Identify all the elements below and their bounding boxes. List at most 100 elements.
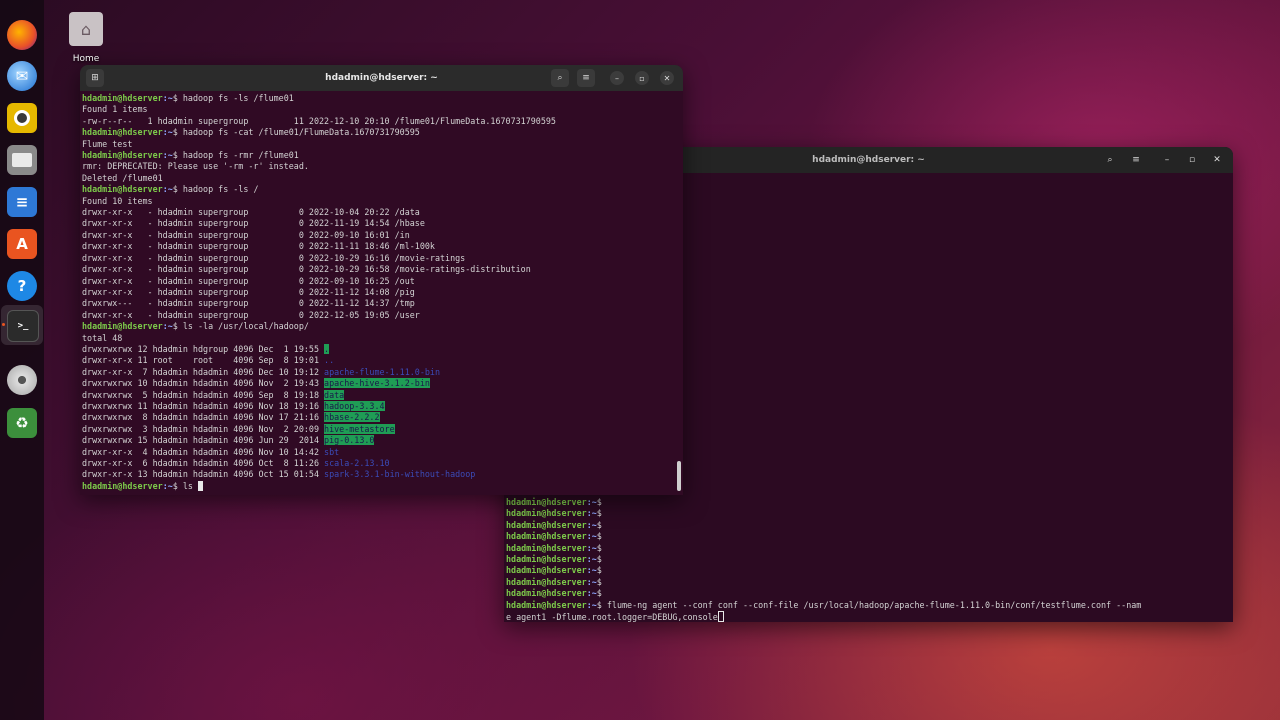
terminal-line: drwxr-xr-x - hdadmin supergroup 0 2022-1… [82, 207, 683, 218]
ls-entry-name: . [324, 343, 330, 354]
output-text: drwxr-xr-x - hdadmin supergroup 0 2022-1… [82, 252, 466, 263]
terminal-window-1[interactable]: ⊞ hdadmin@hdserver: ~ ⌕ ≡ – ▫ ✕ hdadmin@… [80, 65, 683, 495]
terminal-line: drwxr-xr-x - hdadmin supergroup 0 2022-1… [82, 310, 683, 321]
prompt-user: hdadmin@hdserver:~ [82, 150, 173, 161]
prompt-path: :~ [162, 93, 173, 103]
files-icon[interactable] [7, 145, 37, 175]
close-icon[interactable]: ✕ [1208, 151, 1226, 169]
command-text: $ ls [172, 480, 198, 491]
command-text: $ [596, 588, 602, 599]
prompt-user: hdadmin@hdserver:~ [82, 480, 173, 491]
menu-icon[interactable]: ≡ [1127, 151, 1145, 169]
terminal-line: hdadmin@hdserver:~$ [506, 577, 1141, 588]
command-text: $ [596, 576, 602, 587]
dock: ✉ ≡ A ? >_ ♻ [0, 0, 44, 720]
home-folder-icon: ⌂ [69, 12, 103, 46]
prompt-user: hdadmin@hdserver:~ [506, 508, 597, 519]
command-text: $ [596, 565, 602, 576]
terminal-line: drwxrwxrwx 3 hdadmin hdadmin 4096 Nov 2 … [82, 423, 683, 435]
terminal-line: hdadmin@hdserver:~$ ls [82, 480, 683, 492]
search-icon[interactable]: ⌕ [1101, 151, 1119, 169]
ls-entry-meta: drwxr-xr-x 11 root root 4096 Sep 8 19:01 [82, 355, 325, 366]
writer-icon[interactable]: ≡ [7, 187, 37, 217]
close-icon[interactable]: ✕ [660, 71, 674, 85]
output-text: -rw-r--r-- 1 hdadmin supergroup 11 2022-… [82, 115, 556, 126]
terminal-icon[interactable]: >_ [7, 310, 39, 342]
command-text: $ [596, 542, 602, 553]
terminal-line: drwxr-xr-x - hdadmin supergroup 0 2022-0… [82, 230, 683, 241]
running-indicator [2, 323, 5, 326]
output-text: drwxr-xr-x - hdadmin supergroup 0 2022-1… [82, 207, 420, 218]
maximize-icon[interactable]: ▫ [1183, 151, 1201, 169]
terminal-line: Found 1 items [82, 104, 683, 115]
terminal-line: Deleted /flume01 [82, 173, 683, 184]
terminal-line: hdadmin@hdserver:~$ [506, 554, 1141, 565]
terminal-line: drwxr-xr-x - hdadmin supergroup 0 2022-1… [82, 241, 683, 252]
home-desktop-icon[interactable]: ⌂ Home [66, 12, 106, 64]
help-icon[interactable]: ? [7, 271, 37, 301]
new-tab-icon[interactable]: ⊞ [86, 69, 104, 87]
titlebar-1[interactable]: ⊞ hdadmin@hdserver: ~ ⌕ ≡ – ▫ ✕ [80, 65, 683, 91]
prompt-user: hdadmin@hdserver:~ [82, 184, 173, 195]
terminal-line: drwxr-xr-x - hdadmin supergroup 0 2022-1… [82, 218, 683, 229]
terminal-line: drwxr-xr-x 11 root root 4096 Sep 8 19:01… [82, 355, 683, 366]
prompt-path: :~ [162, 127, 173, 138]
menu-icon[interactable]: ≡ [577, 69, 595, 87]
prompt-path: :~ [586, 554, 597, 565]
terminal-output-2[interactable]: hdadmin@hdserver:~$ hdadmin@hdserver:~$ hd… [504, 495, 1141, 622]
prompt-user: hdadmin@hdserver:~ [506, 554, 597, 565]
minimize-icon[interactable]: – [610, 71, 624, 85]
trash-icon[interactable]: ♻ [7, 408, 37, 438]
terminal-line: drwxr-xr-x - hdadmin supergroup 0 2022-1… [82, 287, 683, 298]
output-text: drwxr-xr-x - hdadmin supergroup 0 2022-1… [82, 264, 531, 275]
terminal-line: drwxrwx--- - hdadmin supergroup 0 2022-1… [82, 298, 683, 309]
rhythmbox-icon[interactable] [7, 103, 37, 133]
app-center-icon[interactable]: A [7, 229, 37, 259]
prompt-path: :~ [162, 150, 173, 161]
terminal-line: drwxrwxrwx 10 hdadmin hdadmin 4096 Nov 2… [82, 378, 683, 389]
terminal-line: drwxr-xr-x - hdadmin supergroup 0 2022-1… [82, 253, 683, 264]
cursor [198, 480, 203, 491]
output-text: Flume test [82, 138, 133, 149]
prompt-path: :~ [586, 565, 597, 576]
command-text: $ [596, 497, 602, 507]
ls-entry-meta: drwxrwxrwx 11 hdadmin hdadmin 4096 Nov 1… [82, 400, 325, 411]
scrollbar[interactable] [677, 461, 681, 491]
terminal-line: hdadmin@hdserver:~$ hadoop fs -ls /flume… [82, 93, 683, 104]
terminal-line: hdadmin@hdserver:~$ [506, 531, 1141, 542]
thunderbird-icon[interactable]: ✉ [7, 61, 37, 91]
command-text: $ [596, 554, 602, 565]
command-text: $ [596, 531, 602, 542]
search-icon[interactable]: ⌕ [551, 69, 569, 87]
prompt-path: :~ [586, 588, 597, 599]
ls-entry-meta: drwxrwxrwx 5 hdadmin hdadmin 4096 Sep 8 … [82, 389, 325, 400]
prompt-path: :~ [162, 321, 173, 332]
prompt-user: hdadmin@hdserver:~ [506, 565, 597, 576]
firefox-icon[interactable] [7, 20, 37, 50]
maximize-icon[interactable]: ▫ [635, 71, 649, 85]
prompt-path: :~ [162, 480, 173, 491]
prompt-path: :~ [586, 576, 597, 587]
prompt-user: hdadmin@hdserver:~ [506, 542, 597, 553]
command-text: e agent1 -Dflume.root.logger=DEBUG,conso… [506, 612, 718, 622]
terminal-output-1[interactable]: hdadmin@hdserver:~$ hadoop fs -ls /flume… [80, 91, 683, 492]
output-text: drwxr-xr-x - hdadmin supergroup 0 2022-1… [82, 309, 420, 320]
terminal-line: hdadmin@hdserver:~$ [506, 588, 1141, 599]
output-text: drwxr-xr-x - hdadmin supergroup 0 2022-0… [82, 229, 410, 240]
minimize-icon[interactable]: – [1158, 151, 1176, 169]
ls-entry-meta: drwxrwxrwx 15 hdadmin hdadmin 4096 Jun 2… [82, 435, 325, 446]
terminal-line: drwxr-xr-x 7 hdadmin hdadmin 4096 Dec 10… [82, 367, 683, 378]
terminal-line: hdadmin@hdserver:~$ [506, 508, 1141, 519]
command-text: $ hadoop fs -cat /flume01/FlumeData.1670… [172, 127, 420, 138]
command-text: $ ls -la /usr/local/hadoop/ [172, 321, 309, 332]
output-text: drwxr-xr-x - hdadmin supergroup 0 2022-1… [82, 218, 425, 229]
disc-icon[interactable] [7, 365, 37, 395]
ls-entry-meta: drwxr-xr-x 4 hdadmin hdadmin 4096 Nov 10… [82, 446, 325, 457]
terminal-line: hdadmin@hdserver:~$ ls -la /usr/local/ha… [82, 321, 683, 332]
output-text: total 48 [82, 332, 123, 343]
ls-entry-meta: drwxrwxrwx 10 hdadmin hdadmin 4096 Nov 2… [82, 378, 325, 389]
terminal-line: e agent1 -Dflume.root.logger=DEBUG,conso… [506, 611, 1141, 622]
terminal-line: Found 10 items [82, 196, 683, 207]
terminal-line: hdadmin@hdserver:~$ [506, 565, 1141, 576]
ls-entry-meta: drwxr-xr-x 7 hdadmin hdadmin 4096 Dec 10… [82, 366, 325, 377]
